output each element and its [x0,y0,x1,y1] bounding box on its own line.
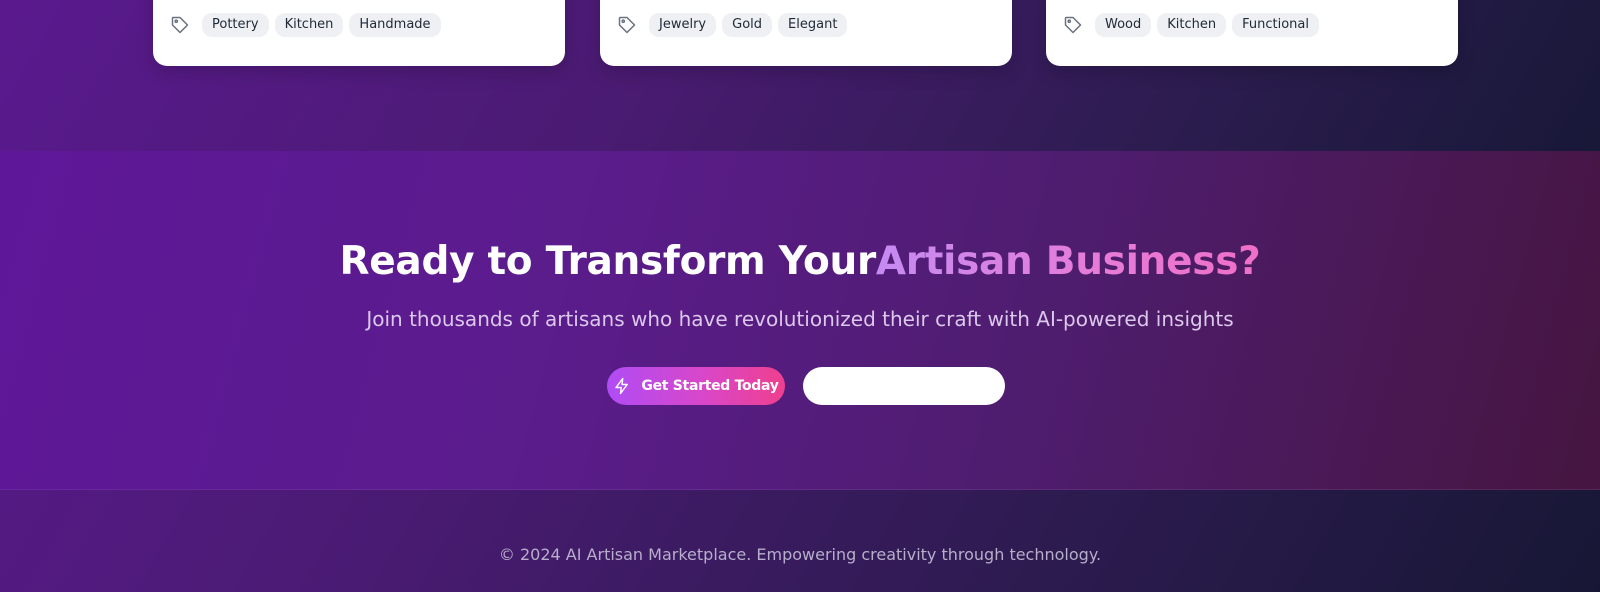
tag-icon [170,15,190,35]
tag-chip[interactable]: Handmade [349,13,441,37]
cta-section: Ready to Transform YourArtisan Business?… [0,151,1600,490]
tag-chip[interactable]: Kitchen [274,13,344,37]
secondary-cta-button[interactable] [803,367,1005,405]
tag-list: Pottery Kitchen Handmade [170,13,441,37]
tag-list: Wood Kitchen Functional [1063,13,1319,37]
tag-chip[interactable]: Elegant [778,13,848,37]
tag-chip[interactable]: Functional [1232,13,1319,37]
tag-list: Jewelry Gold Elegant [617,13,848,37]
lightning-icon [613,377,631,395]
cta-title-plain: Ready to Transform Your [339,239,877,284]
get-started-button[interactable]: Get Started Today [607,367,785,405]
tag-chip[interactable]: Gold [722,13,773,37]
product-card[interactable]: Wood Kitchen Functional [1046,0,1458,66]
tag-icon [617,15,637,35]
cta-title-highlight: Artisan Business? [875,239,1261,284]
get-started-label: Get Started Today [641,378,779,394]
tag-chip[interactable]: Jewelry [649,13,717,37]
product-card[interactable]: Pottery Kitchen Handmade [153,0,565,66]
tag-chip[interactable]: Kitchen [1157,13,1227,37]
tag-chip[interactable]: Pottery [202,13,269,37]
cta-title: Ready to Transform YourArtisan Business? [0,239,1600,284]
tag-icon [1063,15,1083,35]
product-card[interactable]: Jewelry Gold Elegant [600,0,1012,66]
cta-subtitle: Join thousands of artisans who have revo… [366,307,1234,331]
footer-copyright: © 2024 AI Artisan Marketplace. Empowerin… [498,545,1102,564]
tag-chip[interactable]: Wood [1095,13,1152,37]
